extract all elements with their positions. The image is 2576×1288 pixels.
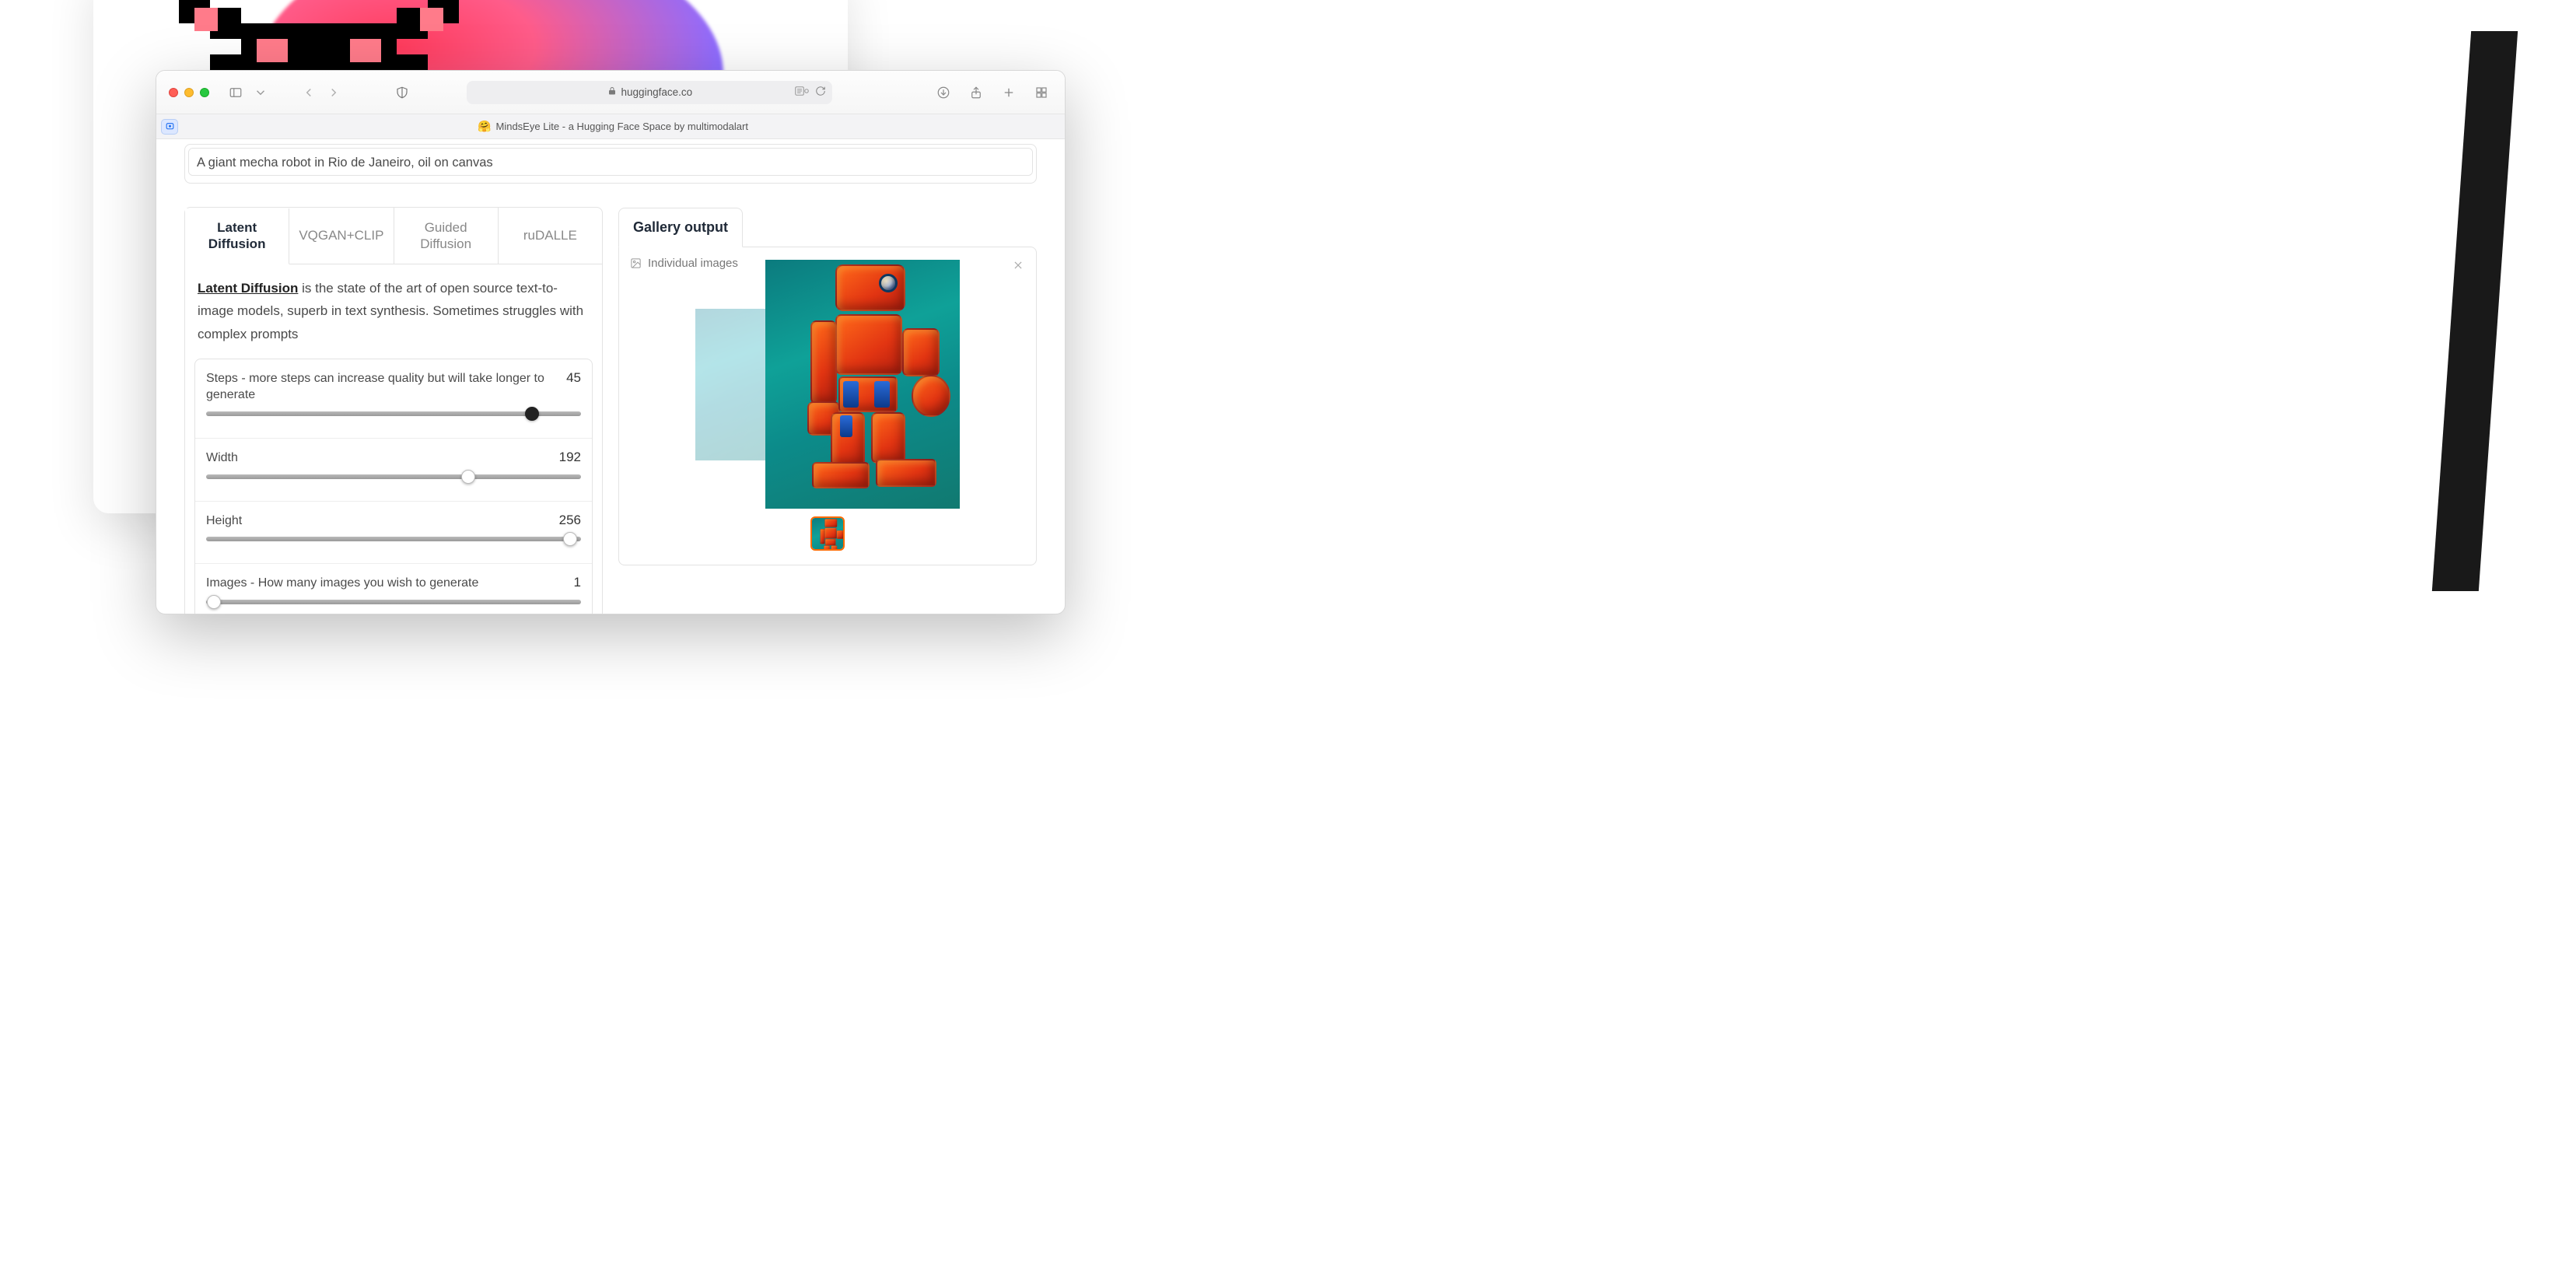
slider-steps-track[interactable] [206, 411, 581, 416]
zoom-window-button[interactable] [200, 88, 209, 97]
model-description: Latent Diffusion is the state of the art… [194, 277, 593, 346]
window-controls [169, 88, 209, 97]
forward-button[interactable] [323, 82, 345, 103]
minimize-window-button[interactable] [184, 88, 194, 97]
browser-window: huggingface.co 🤗 Mi [156, 70, 1066, 614]
prompt-container: A giant mecha robot in Rio de Janeiro, o… [184, 144, 1037, 184]
slider-height-thumb[interactable] [563, 532, 577, 546]
tab-gallery-output[interactable]: Gallery output [618, 208, 743, 247]
share-button[interactable] [965, 82, 987, 103]
reload-button[interactable] [815, 86, 826, 99]
tab-latent-diffusion[interactable]: Latent Diffusion [185, 208, 289, 264]
titlebar: huggingface.co [156, 71, 1065, 114]
model-tabs: Latent Diffusion VQGAN+CLIP Guided Diffu… [184, 207, 603, 264]
privacy-shield-icon[interactable] [391, 82, 413, 103]
active-tab[interactable]: 🤗 MindsEye Lite - a Hugging Face Space b… [183, 120, 1043, 133]
image-icon [630, 257, 642, 269]
slider-images: Images - How many images you wish to gen… [195, 564, 592, 614]
slider-width: Width 192 [195, 439, 592, 502]
close-window-button[interactable] [169, 88, 178, 97]
tab-strip: 🤗 MindsEye Lite - a Hugging Face Space b… [156, 114, 1065, 139]
gallery-panel: Individual images [618, 247, 1037, 565]
slider-steps-thumb[interactable] [525, 407, 539, 421]
sidebar-toggle-button[interactable] [225, 82, 247, 103]
slider-height: Height 256 [195, 502, 592, 565]
address-bar[interactable]: huggingface.co [467, 81, 832, 104]
tab-overview-button[interactable] [1031, 82, 1052, 103]
prompt-input[interactable]: A giant mecha robot in Rio de Janeiro, o… [188, 148, 1033, 176]
model-panel: Latent Diffusion is the state of the art… [184, 264, 603, 614]
pinned-tab[interactable] [161, 119, 178, 135]
slider-width-track[interactable] [206, 474, 581, 479]
gallery-thumbnail-1[interactable] [810, 516, 845, 551]
downloads-button[interactable] [933, 82, 954, 103]
back-button[interactable] [298, 82, 320, 103]
slider-steps: Steps - more steps can increase quality … [195, 359, 592, 439]
address-domain: huggingface.co [621, 86, 693, 98]
new-tab-button[interactable] [998, 82, 1020, 103]
slider-images-track[interactable] [206, 600, 581, 604]
reader-icon[interactable] [795, 86, 809, 99]
slider-height-track[interactable] [206, 537, 581, 541]
slider-width-thumb[interactable] [461, 470, 475, 484]
tab-guided-diffusion[interactable]: Guided Diffusion [394, 208, 499, 264]
tab-rudalle[interactable]: ruDALLE [499, 208, 602, 264]
tab-vqgan-clip[interactable]: VQGAN+CLIP [289, 208, 394, 264]
gallery-close-button[interactable] [1013, 260, 1024, 275]
close-icon [1013, 260, 1024, 271]
model-link[interactable]: Latent Diffusion [198, 281, 298, 296]
tab-title: MindsEye Lite - a Hugging Face Space by … [496, 121, 748, 132]
tab-group-dropdown[interactable] [250, 82, 271, 103]
gallery-prev-thumb[interactable] [695, 309, 765, 460]
individual-images-label: Individual images [630, 257, 738, 270]
slider-images-thumb[interactable] [207, 595, 221, 609]
lock-icon [607, 86, 617, 98]
favicon: 🤗 [478, 120, 491, 133]
gallery-main-image[interactable] [765, 260, 960, 509]
